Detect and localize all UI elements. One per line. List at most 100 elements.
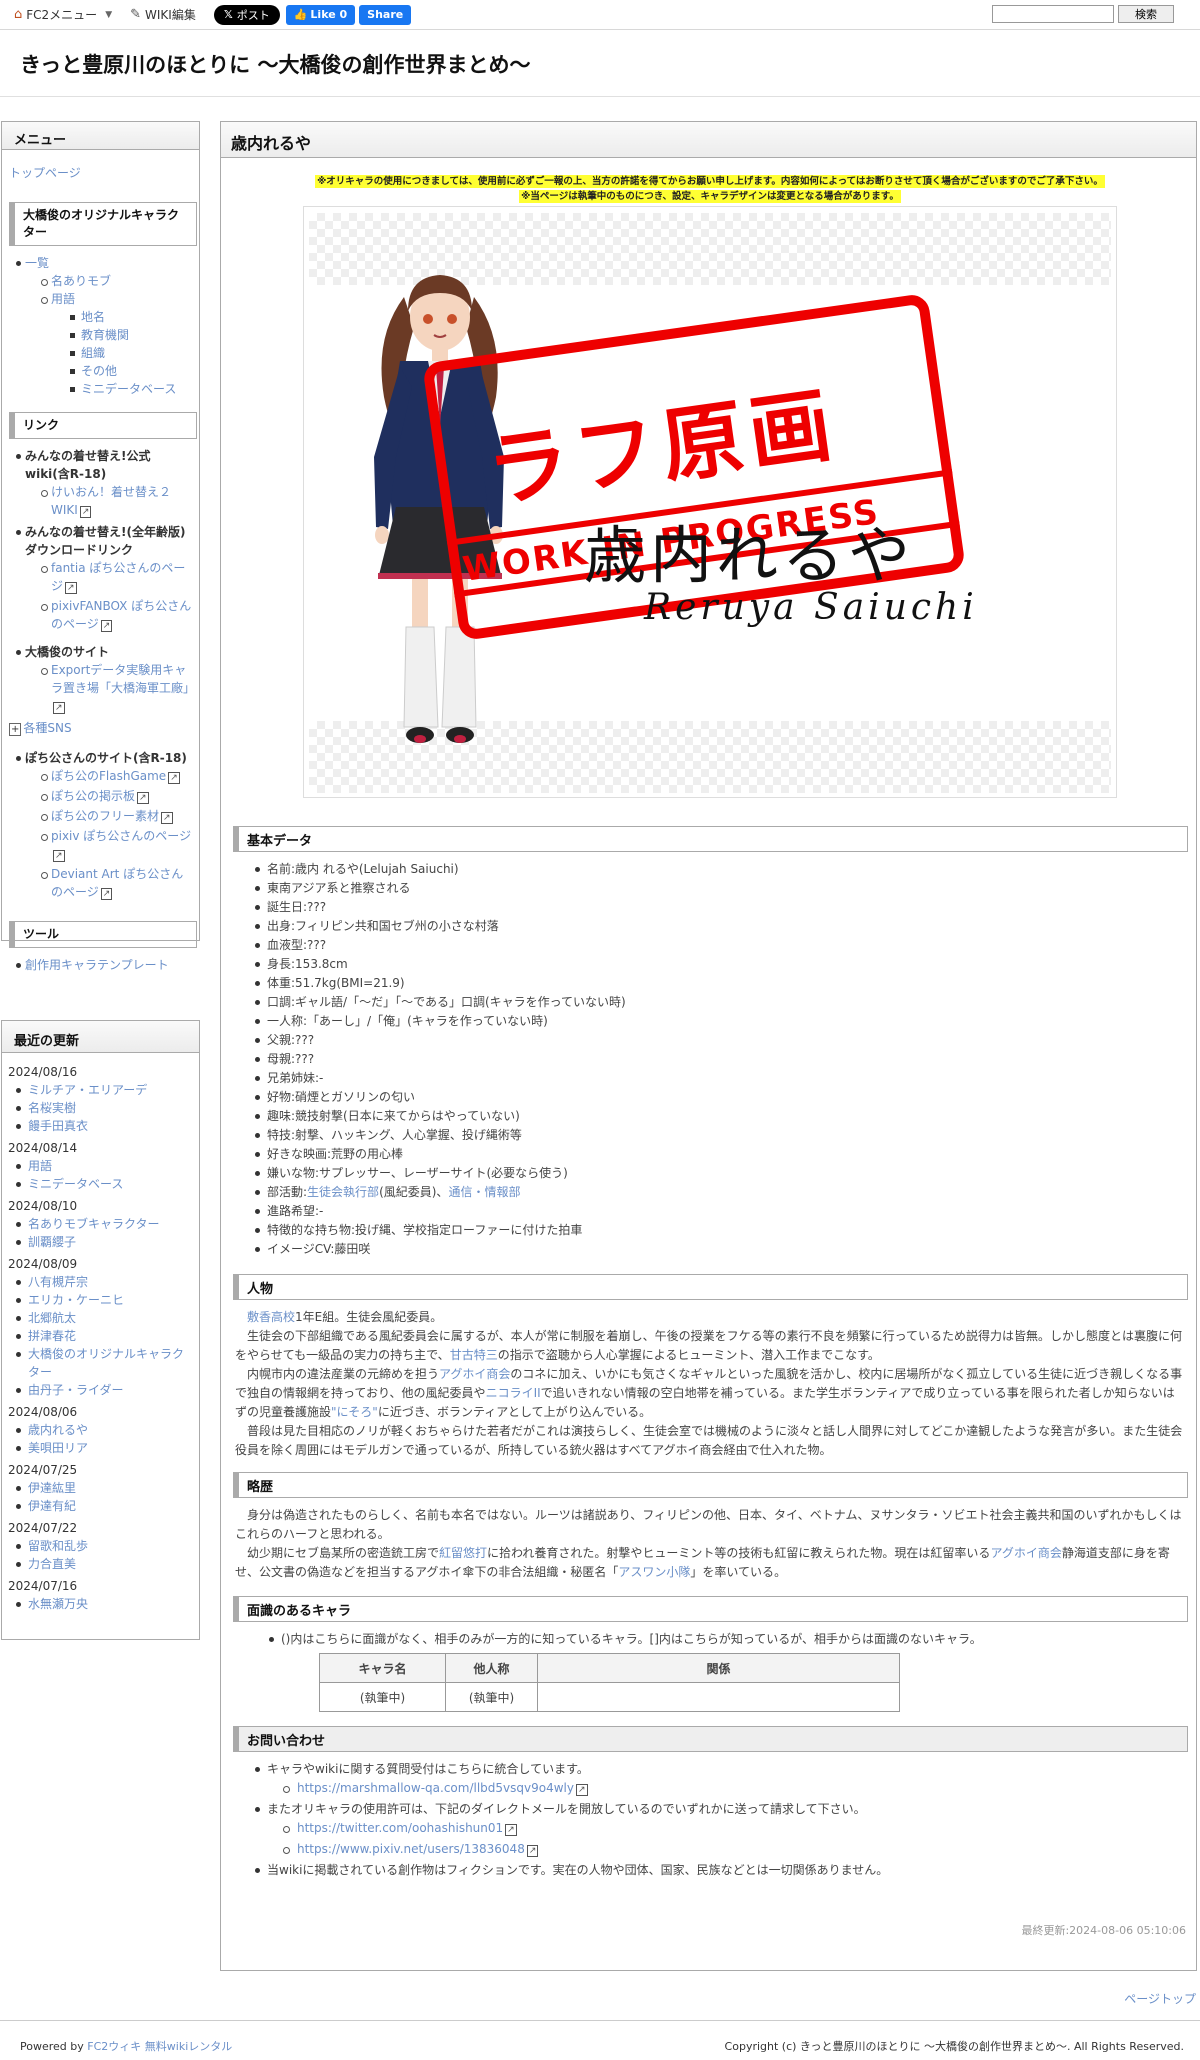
list-item: 伊達紘里	[8, 1479, 193, 1497]
menu-link[interactable]: ミニデータベース	[81, 382, 176, 396]
recent-update-link[interactable]: 留歌和乱歩	[28, 1539, 88, 1553]
list-item: 嫌いな物:サプレッサー、レーザーサイト(必要なら使う)	[255, 1164, 1188, 1183]
table-cell: (執筆中)	[319, 1682, 446, 1712]
twitter-link[interactable]: https://twitter.com/oohashishun01	[297, 1821, 503, 1835]
menu-title: メニュー	[2, 122, 199, 150]
wiki-edit-button[interactable]: ✎ WIKI編集	[130, 6, 196, 23]
menu-item: ぽち公のFlashGame ↗	[9, 767, 193, 787]
main-content: 歳内れるや ※オリキャラの使用につきましては、使用前に必ずご一報の上、当方の許諾…	[220, 121, 1197, 1971]
menu-link[interactable]: ぽち公のFlashGame	[51, 769, 166, 783]
menu-link-template[interactable]: 創作用キャラテンプレート	[25, 958, 169, 972]
external-link-icon: ↗	[79, 506, 92, 518]
table-row: (執筆中) (執筆中)	[319, 1682, 900, 1712]
x-post-button[interactable]: 𝕏 ポスト	[213, 4, 280, 25]
recent-update-link[interactable]: 拼津春花	[28, 1329, 76, 1343]
menu-link[interactable]: ぽち公のフリー素材	[51, 809, 159, 823]
menu-link[interactable]: 用語	[51, 292, 75, 306]
list-item: 由丹子・ライダー	[8, 1381, 193, 1399]
table-cell: (執筆中)	[445, 1682, 538, 1712]
list-item: 力合直美	[8, 1555, 193, 1573]
list-item: 血液型:???	[255, 936, 1188, 955]
menu-link[interactable]: pixiv ぽち公さんのページ	[51, 829, 191, 843]
recent-update-link[interactable]: 由丹子・ライダー	[28, 1383, 124, 1397]
list-item: ミニデータベース	[8, 1175, 193, 1193]
menu-link[interactable]: その他	[81, 364, 117, 378]
contact-section: お問い合わせ キャラやwikiに関する質問受付はこちらに統合しています。 htt…	[233, 1726, 1188, 1880]
recent-update-link[interactable]: 美唄田リア	[28, 1441, 88, 1455]
external-link-icon: ↗	[505, 1824, 517, 1836]
site-title[interactable]: きっと豊原川のほとりに 〜大橋俊の創作世界まとめ〜	[20, 49, 530, 79]
recent-update-link[interactable]: 名桜実樹	[28, 1101, 76, 1115]
page-top-link[interactable]: ページトップ	[1124, 1990, 1196, 2007]
marshmallow-link[interactable]: https://marshmallow-qa.com/llbd5vsqv9o4w…	[297, 1781, 574, 1795]
table-header: キャラ名	[319, 1653, 446, 1683]
menu-link[interactable]: 名ありモブ	[51, 274, 111, 288]
menu-link[interactable]: 組織	[81, 346, 105, 360]
recent-update-link[interactable]: 伊達紘里	[28, 1481, 76, 1495]
nikolai-link[interactable]: ニコライII	[486, 1386, 541, 1400]
list-item: 大橋俊のオリジナルキャラクター	[8, 1345, 193, 1381]
list-item: 八有槻芹宗	[8, 1273, 193, 1291]
aguhoi-link[interactable]: アグホイ商会	[439, 1367, 510, 1381]
recent-update-link[interactable]: 水無瀬万央	[28, 1597, 88, 1611]
usage-notice: ※オリキャラの使用につきましては、使用前に必ずご一報の上、当方の許諾を得てからお…	[315, 175, 1105, 203]
fc2-menu-button[interactable]: ⌂ FC2メニュー ▼	[14, 6, 112, 23]
fc2-wiki-link[interactable]: FC2ウィキ 無料wikiレンタル	[87, 2040, 232, 2053]
table-header: 関係	[537, 1653, 900, 1683]
aswang-link[interactable]: アスワン小隊	[618, 1565, 690, 1579]
menu-link[interactable]: 教育機関	[81, 328, 129, 342]
search-input[interactable]	[992, 5, 1114, 23]
menu-link-fanbox[interactable]: pixivFANBOX ぽち公さんのページ	[51, 599, 191, 631]
menu-top-page-link[interactable]: トップページ	[9, 166, 81, 180]
recent-update-link[interactable]: 力合直美	[28, 1557, 76, 1571]
list-item: 東南アジア系と推察される	[255, 879, 1188, 898]
menu-item: pixiv ぽち公さんのページ ↗	[9, 827, 193, 865]
contact-link-item: https://marshmallow-qa.com/llbd5vsqv9o4w…	[255, 1779, 1188, 1800]
menu-link-export-data[interactable]: Exportデータ実験用キャラ置き場「大橋海軍工廠」	[51, 663, 195, 695]
menu-item: 名ありモブ	[9, 272, 193, 290]
facebook-share-button[interactable]: Share	[359, 4, 412, 25]
recent-update-link[interactable]: 八有槻芹宗	[28, 1275, 88, 1289]
list-item: 兄弟姉妹:-	[255, 1069, 1188, 1088]
search-button[interactable]: 検索	[1118, 5, 1174, 23]
recent-update-link[interactable]: ミニデータベース	[28, 1177, 123, 1191]
nisoro-link[interactable]: "にそろ"	[331, 1405, 378, 1419]
recent-update-link[interactable]: 大橋俊のオリジナルキャラクター	[28, 1347, 184, 1379]
list-item: 拼津春花	[8, 1327, 193, 1345]
recent-update-link[interactable]: 名ありモブキャラクター	[28, 1217, 160, 1231]
menu-link[interactable]: ぽち公の掲示板	[51, 789, 135, 803]
history-section: 略歴 身分は偽造されたものらしく、名前も本名ではない。ルーツは諸説あり、フィリピ…	[233, 1472, 1188, 1582]
expand-plus-icon[interactable]: +	[9, 723, 22, 736]
list-item: 名桜実樹	[8, 1099, 193, 1117]
aguhoi-link-2[interactable]: アグホイ商会	[990, 1546, 1061, 1560]
list-item: 好きな映画:荒野の用心棒	[255, 1145, 1188, 1164]
list-item: 伊達有紀	[8, 1497, 193, 1515]
recent-update-link[interactable]: エリカ・ケーニヒ	[28, 1293, 124, 1307]
recent-update-link[interactable]: 饅手田真衣	[28, 1119, 88, 1133]
page-title: 歳内れるや	[221, 122, 1196, 158]
search-form: 検索	[992, 5, 1174, 23]
recent-update-link[interactable]: 訓覇纓子	[28, 1235, 76, 1249]
update-date: 2024/08/06	[8, 1405, 78, 1419]
recent-update-link[interactable]: 伊達有紀	[28, 1499, 76, 1513]
amako-link[interactable]: 甘古特三	[450, 1348, 498, 1362]
history-heading: 略歴	[233, 1472, 1188, 1498]
recent-update-link[interactable]: ミルチア・エリアーデ	[28, 1083, 147, 1097]
menu-link-sns[interactable]: 各種SNS	[23, 721, 71, 735]
basic-data-section: 基本データ 名前:歳内 れるや(Lelujah Saiuchi) 東南アジア系と推…	[233, 826, 1188, 1259]
pixiv-link[interactable]: https://www.pixiv.net/users/13836048	[297, 1842, 525, 1856]
student-council-link[interactable]: 生徒会執行部	[307, 1185, 379, 1199]
menu-link-keion-wiki[interactable]: けいおん！着せ替え２WIKI	[51, 485, 171, 517]
menu-link[interactable]: Deviant Art ぽち公さんのページ	[51, 867, 183, 899]
comm-club-link[interactable]: 通信・情報部	[448, 1185, 520, 1199]
menu-link[interactable]: 一覧	[25, 256, 49, 270]
external-link-icon: ↗	[168, 772, 180, 784]
recent-update-link[interactable]: 北郷航太	[28, 1311, 76, 1325]
facebook-like-button[interactable]: 👍 Like 0	[285, 4, 356, 25]
menu-link[interactable]: 地名	[81, 310, 105, 324]
school-link[interactable]: 敷香高校	[247, 1310, 295, 1324]
recent-update-link[interactable]: 用語	[28, 1159, 52, 1173]
kuru-link[interactable]: 紅留悠打	[439, 1546, 487, 1560]
external-link-icon: ↗	[53, 850, 65, 862]
recent-update-link[interactable]: 歳内れるや	[28, 1423, 88, 1437]
